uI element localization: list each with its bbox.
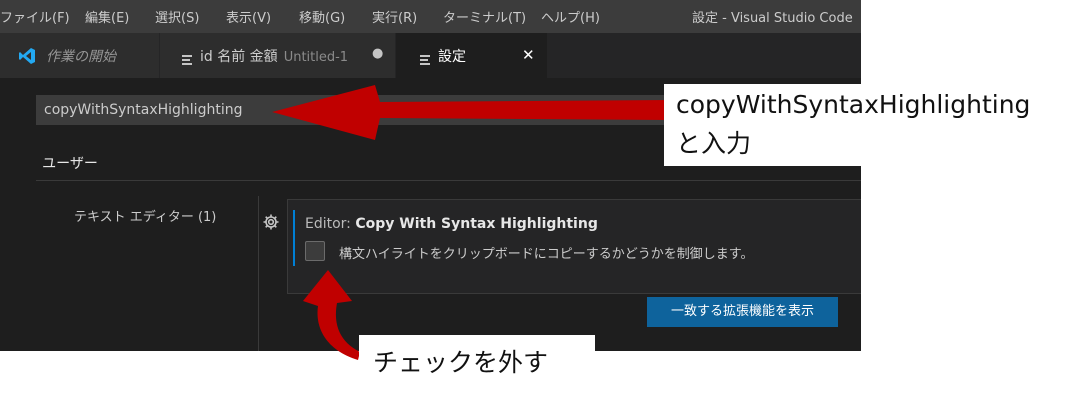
annotation-text-uncheck: チェックを外す [373,348,549,377]
annotation-callout-search: copyWithSyntaxHighlighting と入力 [664,84,1083,166]
annotation-text-line2: と入力 [676,129,752,158]
arrow-to-checkbox-icon [303,270,360,360]
annotation-callout-checkbox: チェックを外す [359,335,595,387]
annotation-text-line1: copyWithSyntaxHighlighting [676,90,1031,119]
arrow-to-search-icon [272,85,670,140]
